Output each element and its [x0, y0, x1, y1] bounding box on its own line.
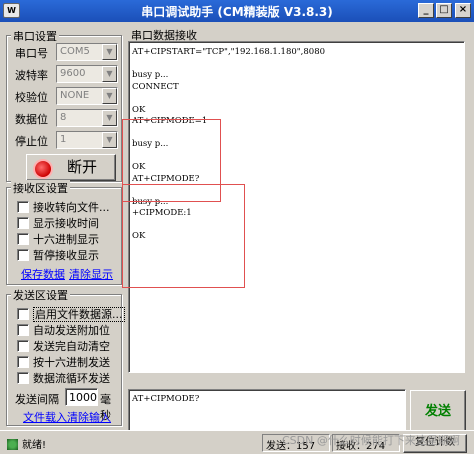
loop-send-label: 数据流循环发送 [33, 372, 110, 385]
auto-clear-checkbox[interactable]: 发送完自动清空 [17, 338, 110, 354]
baud-value: 9600 [60, 68, 86, 79]
window-title: 串口调试助手 (CM精装版 V3.8.3) [141, 5, 333, 19]
receive-settings-group: 接收区设置 接收转向文件... 显示接收时间 十六进制显示 暂停接收显示 保存数… [6, 180, 122, 285]
status-ready: 就绪! [4, 434, 260, 452]
checkbox-box[interactable] [17, 324, 29, 336]
serial-settings-group: 串口设置 串口号 COM5 ▼ 波特率 9600 ▼ 校验位 NONE ▼ 数据… [6, 28, 122, 182]
port-value: COM5 [60, 46, 90, 57]
rx-line: OK [132, 104, 146, 115]
pause-rx-label: 暂停接收显示 [33, 249, 99, 262]
chevron-down-icon[interactable]: ▼ [102, 44, 117, 60]
serial-settings-title: 串口设置 [11, 28, 59, 44]
chevron-down-icon[interactable]: ▼ [102, 88, 117, 104]
rx-line: CONNECT [132, 81, 179, 92]
checkbox-box[interactable] [17, 249, 29, 261]
parity-label: 校验位 [15, 91, 48, 104]
hex-display-label: 十六进制显示 [33, 233, 99, 246]
checkbox-box[interactable] [17, 308, 29, 320]
auto-clear-label: 发送完自动清空 [33, 340, 110, 353]
parity-select[interactable]: NONE ▼ [56, 87, 118, 105]
stopbits-label: 停止位 [15, 135, 48, 148]
checkbox-box[interactable] [17, 217, 29, 229]
interval-label: 发送间隔 [15, 393, 59, 406]
stopbits-select[interactable]: 1 ▼ [56, 131, 118, 149]
parity-value: NONE [60, 90, 90, 101]
checkbox-box[interactable] [17, 201, 29, 213]
minimize-button[interactable]: _ [418, 3, 434, 18]
show-rx-time-label: 显示接收时间 [33, 217, 99, 230]
watermark: CSDN @什么时候能打下来这星期啊 [282, 434, 460, 447]
checkbox-box[interactable] [17, 233, 29, 245]
rx-line: AT+CIPSTART="TCP","192.168.1.180",8080 [132, 47, 326, 57]
rx-line: busy p... [132, 70, 169, 80]
loop-send-checkbox[interactable]: 数据流循环发送 [17, 370, 110, 386]
clear-display-link[interactable]: 清除显示 [69, 266, 113, 282]
baud-label: 波特率 [15, 69, 48, 82]
file-source-checkbox[interactable]: 启用文件数据源... [17, 306, 125, 322]
checkbox-box[interactable] [17, 356, 29, 368]
main-window: 串口设置 串口号 COM5 ▼ 波特率 9600 ▼ 校验位 NONE ▼ 数据… [0, 22, 474, 454]
databits-label: 数据位 [15, 113, 48, 126]
clear-input-link[interactable]: 清除输入 [67, 409, 111, 425]
send-settings-title: 发送区设置 [11, 287, 70, 303]
rx-to-file-label: 接收转向文件... [33, 201, 110, 214]
close-button[interactable]: × [455, 3, 471, 18]
rx-line [132, 59, 464, 71]
rx-to-file-checkbox[interactable]: 接收转向文件... [17, 199, 110, 215]
chevron-down-icon[interactable]: ▼ [102, 110, 117, 126]
show-rx-time-checkbox[interactable]: 显示接收时间 [17, 215, 99, 231]
databits-select[interactable]: 8 ▼ [56, 109, 118, 127]
status-icon [7, 439, 18, 450]
checkbox-box[interactable] [17, 372, 29, 384]
port-status-indicator-icon [35, 161, 51, 177]
open-close-label: 断开 [66, 158, 97, 176]
send-settings-group: 发送区设置 启用文件数据源... 自动发送附加位 发送完自动清空 按十六进制发送… [6, 287, 125, 426]
load-file-link[interactable]: 文件载入 [23, 409, 67, 425]
rx-line [132, 93, 464, 105]
chevron-down-icon[interactable]: ▼ [102, 66, 117, 82]
hex-display-checkbox[interactable]: 十六进制显示 [17, 231, 99, 247]
open-close-port-button[interactable]: 断开 [26, 154, 116, 181]
checkbox-box[interactable] [17, 340, 29, 352]
annotation-box [122, 184, 245, 288]
pause-rx-checkbox[interactable]: 暂停接收显示 [17, 247, 99, 263]
baud-select[interactable]: 9600 ▼ [56, 65, 118, 83]
auto-append-checkbox[interactable]: 自动发送附加位 [17, 322, 110, 338]
save-data-link[interactable]: 保存数据 [21, 266, 65, 282]
receive-settings-title: 接收区设置 [11, 180, 70, 196]
stopbits-value: 1 [60, 134, 67, 145]
hex-send-checkbox[interactable]: 按十六进制发送 [17, 354, 110, 370]
status-text: 就绪! [22, 440, 47, 451]
file-source-label: 启用文件数据源... [33, 307, 125, 322]
maximize-button[interactable]: □ [436, 3, 452, 18]
databits-value: 8 [60, 112, 67, 123]
interval-input[interactable]: 1000 [65, 388, 98, 406]
auto-append-label: 自动发送附加位 [33, 324, 110, 337]
title-bar: W 串口调试助手 (CM精装版 V3.8.3) _ □ × [0, 0, 474, 22]
hex-send-label: 按十六进制发送 [33, 356, 110, 369]
chevron-down-icon[interactable]: ▼ [102, 132, 117, 148]
port-select[interactable]: COM5 ▼ [56, 43, 118, 61]
port-label: 串口号 [15, 47, 48, 60]
